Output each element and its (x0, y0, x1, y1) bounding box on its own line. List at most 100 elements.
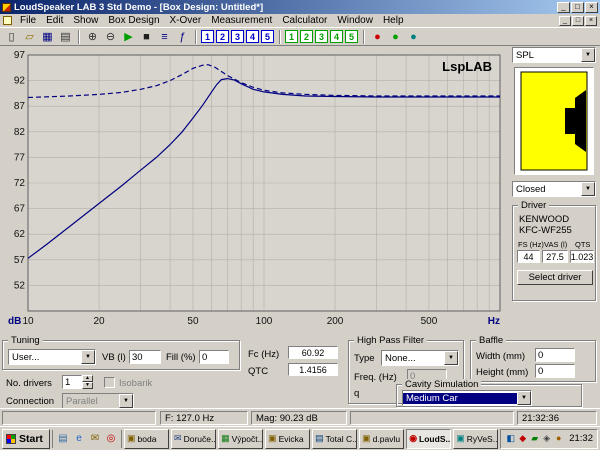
menu-file[interactable]: File (15, 15, 41, 27)
tray-network-icon[interactable]: ▰ (529, 433, 540, 444)
fill-label: Fill (%) (166, 352, 196, 363)
media-icon[interactable]: ◎ (104, 432, 118, 446)
tuning-group-label: Tuning (8, 335, 43, 346)
chevron-down-icon[interactable]: ▼ (581, 182, 595, 196)
green-preset-3-button[interactable]: 3 (315, 30, 328, 43)
mdi-close-button[interactable]: × (585, 16, 597, 26)
print-icon[interactable]: ▤ (57, 29, 74, 45)
tuning-mode-value: User... (9, 352, 81, 363)
mdi-document-icon (3, 16, 12, 25)
connection-label: Connection (6, 396, 54, 407)
task-label: RyVeS... (467, 434, 498, 444)
menu-help[interactable]: Help (378, 15, 409, 27)
task-vpot[interactable]: ▦Výpočt... (218, 429, 263, 449)
drivers-stepper[interactable]: ▲ ▼ (62, 375, 93, 389)
menu-x-over[interactable]: X-Over (165, 15, 207, 27)
green-preset-2-button[interactable]: 2 (300, 30, 313, 43)
driver-group-label: Driver (518, 200, 549, 211)
spin-up-icon[interactable]: ▲ (82, 375, 93, 382)
teal-dot-icon[interactable]: ● (405, 29, 422, 45)
zoom-in-icon[interactable]: ⊕ (84, 29, 101, 45)
open-icon[interactable]: ▱ (21, 29, 38, 45)
blue-preset-2-button[interactable]: 2 (216, 30, 229, 43)
hpf-type-select[interactable]: None... ▼ (381, 350, 459, 366)
browser-icon[interactable]: e (72, 432, 86, 446)
maximize-button[interactable]: □ (571, 2, 584, 13)
play-icon[interactable]: ▶ (120, 29, 137, 45)
vas-header: VAS (l) (544, 240, 567, 249)
show-desktop-icon[interactable]: ▤ (56, 432, 70, 446)
menu-calculator[interactable]: Calculator (277, 15, 332, 27)
menu-edit[interactable]: Edit (41, 15, 68, 27)
connection-select[interactable]: Parallel ▼ (62, 393, 134, 409)
x-tick-label: 10 (22, 316, 34, 327)
start-button[interactable]: Start (2, 429, 50, 449)
cavity-select[interactable]: Medium Car ▼ (402, 390, 532, 406)
blue-preset-3-button[interactable]: 3 (231, 30, 244, 43)
graph-type-select[interactable]: SPL ▼ (512, 47, 596, 63)
baffle-group-label: Baffle (476, 335, 506, 346)
qts-value: 1.023 (570, 250, 594, 263)
box-type-select[interactable]: Closed ▼ (512, 181, 596, 197)
chevron-down-icon[interactable]: ▼ (581, 48, 595, 62)
chevron-down-icon[interactable]: ▼ (119, 394, 133, 408)
spectrum-icon[interactable]: ≡ (156, 29, 173, 45)
stop-icon[interactable]: ■ (138, 29, 155, 45)
mail-icon[interactable]: ✉ (88, 432, 102, 446)
chevron-down-icon[interactable]: ▼ (81, 350, 95, 364)
spl-chart[interactable]: 97928782777267625752102050100200500dBHzL… (2, 47, 508, 337)
task-evicka[interactable]: ▣Evicka (265, 429, 310, 449)
mdi-restore-button[interactable]: □ (572, 16, 584, 26)
status-frequency: F: 127.0 Hz (160, 411, 248, 425)
vb-input[interactable] (129, 350, 161, 364)
tray-display-icon[interactable]: ◧ (505, 433, 516, 444)
blue-preset-1-button[interactable]: 1 (201, 30, 214, 43)
save-icon[interactable]: ▦ (39, 29, 56, 45)
chevron-down-icon[interactable]: ▼ (444, 351, 458, 365)
close-button[interactable]: × (585, 2, 598, 13)
red-dot-icon[interactable]: ● (369, 29, 386, 45)
task-dorue[interactable]: ✉Doruče... (171, 429, 216, 449)
desktop: LoudSpeaker LAB 3 Std Demo - [Box Design… (0, 0, 600, 450)
task-louds[interactable]: ◉LoudS... (406, 429, 451, 449)
tuning-mode-select[interactable]: User... ▼ (8, 349, 96, 365)
tray-antivirus-icon[interactable]: ◆ (517, 433, 528, 444)
task-icon: ▦ (221, 433, 230, 444)
spin-down-icon[interactable]: ▼ (82, 382, 93, 389)
task-label: Evicka (279, 434, 304, 444)
baffle-height-input[interactable] (535, 364, 575, 378)
menu-measurement[interactable]: Measurement (206, 15, 277, 27)
drivers-input[interactable] (62, 375, 82, 389)
task-totalc[interactable]: ▤Total C... (312, 429, 357, 449)
green-dot-icon[interactable]: ● (387, 29, 404, 45)
speaker-magnet-shape (565, 108, 575, 134)
graph-type-value: SPL (513, 50, 581, 61)
menu-show[interactable]: Show (68, 15, 103, 27)
fx-icon[interactable]: ƒ (174, 29, 191, 45)
zoom-out-icon[interactable]: ⊖ (102, 29, 119, 45)
minimize-button[interactable]: _ (557, 2, 570, 13)
task-ryves[interactable]: ▣RyVeS... (453, 429, 498, 449)
baffle-width-input[interactable] (535, 348, 575, 362)
tray-scheduler-icon[interactable]: ● (553, 433, 564, 444)
new-icon[interactable]: ▯ (3, 29, 20, 45)
taskbar-clock: 21:32 (566, 433, 593, 444)
blue-preset-5-button[interactable]: 5 (261, 30, 274, 43)
green-preset-5-button[interactable]: 5 (345, 30, 358, 43)
isobarik-checkbox[interactable] (104, 377, 115, 388)
mdi-minimize-button[interactable]: _ (559, 16, 571, 26)
task-icon: ▣ (362, 433, 371, 444)
tray-volume-icon[interactable]: ◈ (541, 433, 552, 444)
status-empty-panel-2 (350, 411, 514, 425)
select-driver-button[interactable]: Select driver (517, 270, 593, 285)
task-dpavlu[interactable]: ▣d.pavlu (359, 429, 404, 449)
blue-preset-4-button[interactable]: 4 (246, 30, 259, 43)
chevron-down-icon[interactable]: ▼ (517, 391, 531, 405)
green-preset-1-button[interactable]: 1 (285, 30, 298, 43)
menu-window[interactable]: Window (332, 15, 378, 27)
fc-label: Fc (Hz) (248, 349, 279, 360)
green-preset-4-button[interactable]: 4 (330, 30, 343, 43)
task-boda[interactable]: ▣boda (124, 429, 169, 449)
fill-input[interactable] (199, 350, 229, 364)
menu-box-design[interactable]: Box Design (103, 15, 164, 27)
